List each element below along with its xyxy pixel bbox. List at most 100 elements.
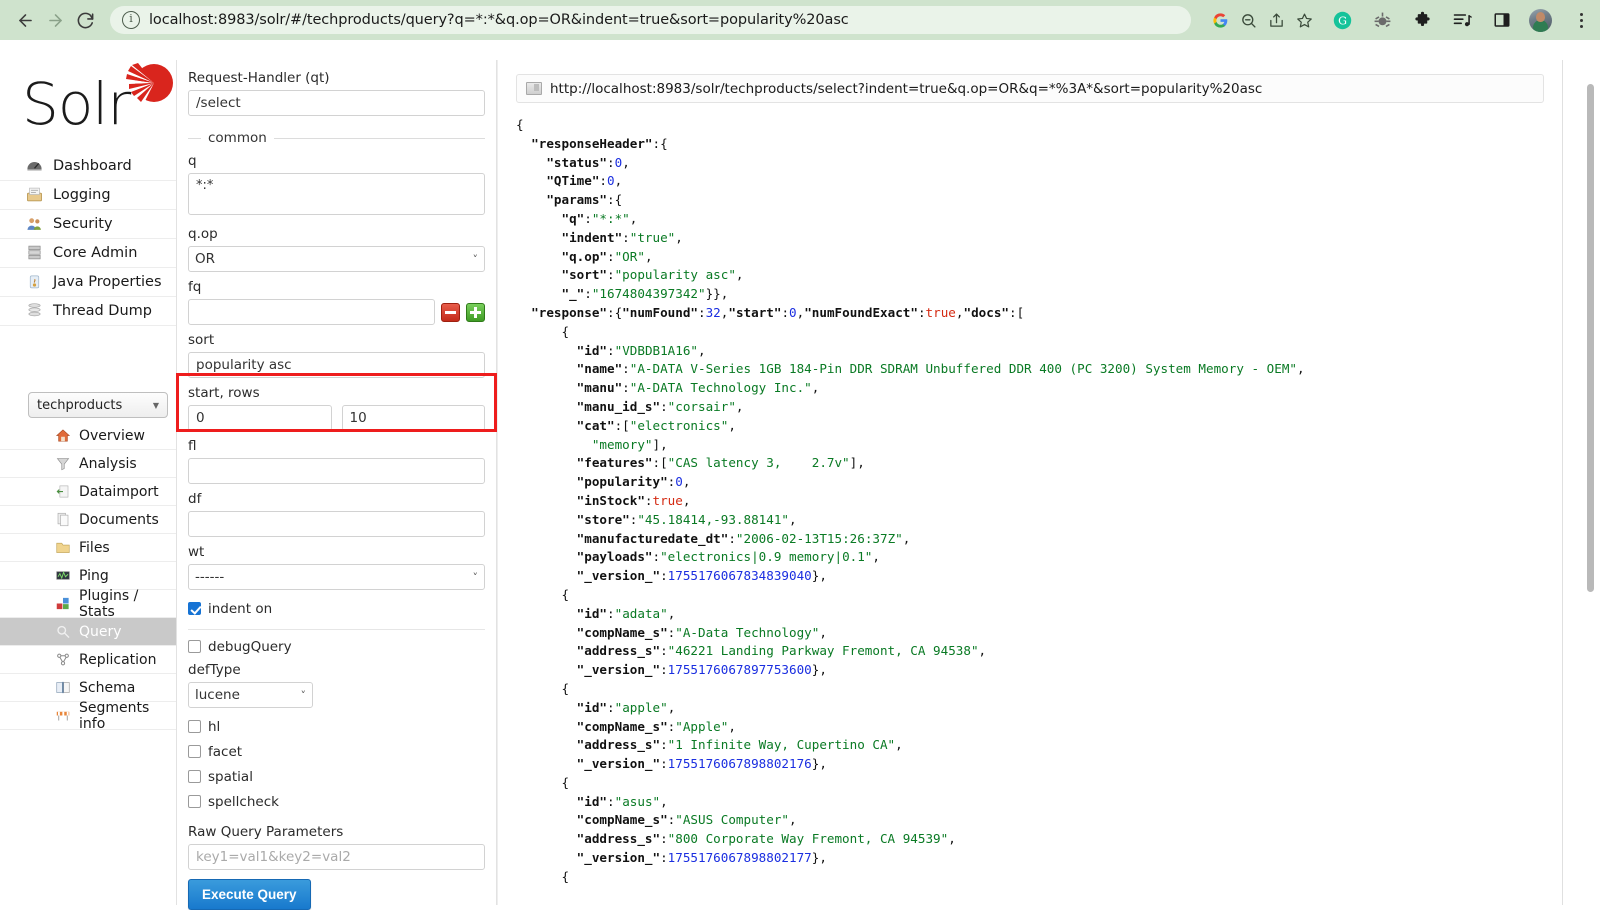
spellcheck-label: spellcheck xyxy=(208,794,279,810)
facet-checkbox[interactable] xyxy=(188,745,201,758)
left-sidebar: Solr xyxy=(0,40,176,905)
qop-select[interactable]: OR ˅ xyxy=(188,246,485,272)
sidebar-item-security[interactable]: Security xyxy=(0,210,176,239)
result-url-bar[interactable]: http://localhost:8983/solr/techproducts/… xyxy=(516,74,1544,103)
chevron-down-icon: ˅ xyxy=(473,253,479,266)
remove-row-icon[interactable] xyxy=(441,303,460,322)
spellcheck-checkbox[interactable] xyxy=(188,795,201,808)
facet-row[interactable]: facet xyxy=(188,739,485,764)
solr-logo-text: Solr xyxy=(22,70,130,138)
hl-checkbox[interactable] xyxy=(188,720,201,733)
q-textarea[interactable]: *:* xyxy=(188,173,485,215)
sidebar-item-core-admin[interactable]: Core Admin xyxy=(0,239,176,268)
sort-input[interactable] xyxy=(188,352,485,378)
qop-value: OR xyxy=(195,251,215,267)
sidebar-item-label: Ping xyxy=(79,568,109,584)
hl-label: hl xyxy=(208,719,220,735)
rows-input[interactable] xyxy=(342,405,486,431)
magnifier-icon xyxy=(55,624,73,640)
query-result-panel: http://localhost:8983/solr/techproducts/… xyxy=(497,60,1562,905)
chevron-down-icon: ˅ xyxy=(473,571,479,584)
qt-input[interactable] xyxy=(188,90,485,116)
sidebar-item-dataimport[interactable]: Dataimport xyxy=(0,478,176,506)
playlist-icon[interactable] xyxy=(1449,7,1475,33)
zoom-out-icon[interactable] xyxy=(1235,7,1261,33)
solr-sunburst-logo xyxy=(125,62,175,112)
indent-row[interactable]: indent on xyxy=(188,596,485,621)
start-input[interactable] xyxy=(188,405,332,431)
facet-label: facet xyxy=(208,744,242,760)
sidebar-item-label: Core Admin xyxy=(53,245,137,261)
sidebar-item-schema[interactable]: Schema xyxy=(0,674,176,702)
sidebar-item-ping[interactable]: Ping xyxy=(0,562,176,590)
debugquery-checkbox[interactable] xyxy=(188,640,201,653)
bookmark-star-icon[interactable] xyxy=(1291,7,1317,33)
sidebar-item-files[interactable]: Files xyxy=(0,534,176,562)
sidebar-item-plugins-stats[interactable]: Plugins / Stats xyxy=(0,590,176,618)
back-arrow-icon[interactable] xyxy=(10,5,40,35)
book-icon xyxy=(55,680,73,696)
solr-admin-page: Solr xyxy=(0,40,1600,905)
puzzle-extensions-icon[interactable] xyxy=(1409,7,1435,33)
bug-extension-icon[interactable] xyxy=(1369,7,1395,33)
deftype-label: defType xyxy=(188,662,485,678)
debugquery-label: debugQuery xyxy=(208,639,292,655)
google-g-icon[interactable] xyxy=(1207,7,1233,33)
start-rows-row xyxy=(188,405,485,431)
sidebar-item-query[interactable]: Query xyxy=(0,618,176,646)
q-label: q xyxy=(188,153,485,169)
sidebar-item-label: Files xyxy=(79,540,110,556)
share-icon[interactable] xyxy=(1263,7,1289,33)
fq-input[interactable] xyxy=(188,299,435,325)
sidebar-item-analysis[interactable]: Analysis xyxy=(0,450,176,478)
add-row-icon[interactable] xyxy=(466,303,485,322)
sidebar-item-label: Schema xyxy=(79,680,135,696)
forward-arrow-icon[interactable] xyxy=(40,5,70,35)
sidebar-item-label: Dashboard xyxy=(53,158,132,174)
core-selector[interactable]: techproducts ▼ xyxy=(28,392,168,418)
profile-avatar[interactable] xyxy=(1529,9,1552,32)
browser-toolbar: i localhost:8983/solr/#/techproducts/que… xyxy=(0,0,1600,40)
page-scrollbar-thumb[interactable] xyxy=(1587,84,1594,592)
svg-text:G: G xyxy=(1338,14,1347,27)
fl-input[interactable] xyxy=(188,458,485,484)
sidebar-item-replication[interactable]: Replication xyxy=(0,646,176,674)
chrome-menu-kebab[interactable] xyxy=(1572,9,1590,31)
core-selector-wrap: techproducts ▼ xyxy=(28,392,168,418)
raw-query-params-input[interactable] xyxy=(188,844,485,870)
chevron-down-icon: ˅ xyxy=(301,689,307,702)
execute-query-button[interactable]: Execute Query xyxy=(188,879,311,910)
hl-row[interactable]: hl xyxy=(188,714,485,739)
sidebar-item-label: Java Properties xyxy=(53,274,162,290)
grammarly-icon[interactable]: G xyxy=(1329,7,1355,33)
sidebar-item-label: Thread Dump xyxy=(53,303,152,319)
chevron-down-icon: ▼ xyxy=(153,401,159,410)
indent-checkbox[interactable] xyxy=(188,602,201,615)
dataimport-icon xyxy=(55,484,73,500)
sidebar-item-thread-dump[interactable]: Thread Dump xyxy=(0,297,176,326)
home-icon xyxy=(55,428,73,444)
main-nav-list: Dashboard Logging Security Core Admin xyxy=(0,152,176,326)
solr-logo[interactable]: Solr xyxy=(22,62,167,137)
sidebar-item-overview[interactable]: Overview xyxy=(0,422,176,450)
common-legend: common xyxy=(188,130,485,146)
df-input[interactable] xyxy=(188,511,485,537)
sidebar-item-dashboard[interactable]: Dashboard xyxy=(0,152,176,181)
site-info-icon[interactable]: i xyxy=(122,11,140,29)
deftype-select[interactable]: lucene ˅ xyxy=(188,682,313,708)
spellcheck-row[interactable]: spellcheck xyxy=(188,789,485,814)
spatial-row[interactable]: spatial xyxy=(188,764,485,789)
sidebar-item-segments-info[interactable]: Segments info xyxy=(0,702,176,730)
debugquery-row[interactable]: debugQuery xyxy=(188,634,485,659)
sidebar-item-label: Replication xyxy=(79,652,156,668)
sidebar-item-java-properties[interactable]: Java Properties xyxy=(0,268,176,297)
side-panel-icon[interactable] xyxy=(1489,7,1515,33)
spatial-checkbox[interactable] xyxy=(188,770,201,783)
wt-select[interactable]: ------ ˅ xyxy=(188,564,485,590)
sidebar-item-logging[interactable]: Logging xyxy=(0,181,176,210)
reload-icon[interactable] xyxy=(70,5,100,35)
address-bar[interactable]: i localhost:8983/solr/#/techproducts/que… xyxy=(110,6,1191,34)
wt-label: wt xyxy=(188,544,485,560)
wt-value: ------ xyxy=(195,569,224,585)
sidebar-item-documents[interactable]: Documents xyxy=(0,506,176,534)
